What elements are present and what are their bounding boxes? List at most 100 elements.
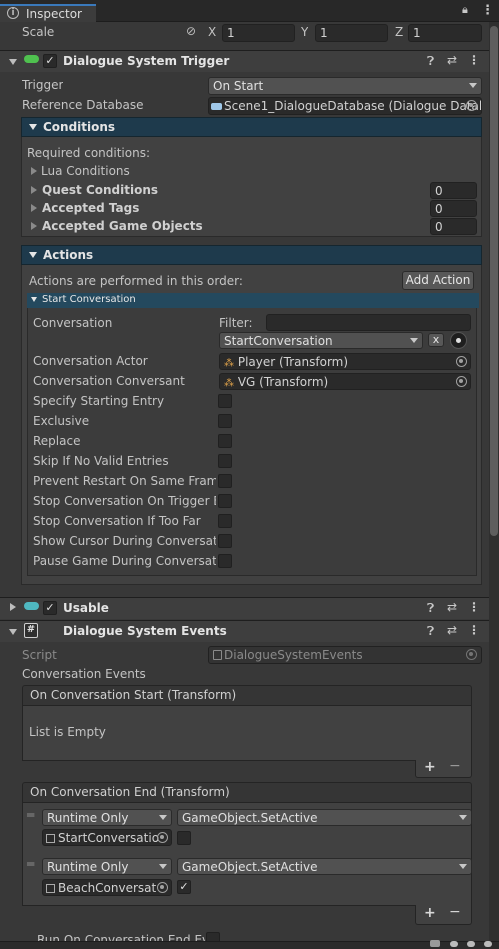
sliders-icon[interactable]: ⇄: [447, 600, 457, 614]
scale-x-field[interactable]: 1: [222, 24, 295, 42]
fold-arrow-icon[interactable]: [10, 603, 16, 611]
more-icon[interactable]: ⋮: [468, 623, 480, 637]
fold-arrow-icon[interactable]: [31, 222, 37, 230]
toggle-checkbox[interactable]: [218, 454, 232, 468]
more-icon[interactable]: ⋮: [468, 53, 480, 67]
record-icon[interactable]: [450, 332, 467, 349]
set-active-checkbox[interactable]: [177, 831, 191, 845]
link-icon[interactable]: ⊘: [186, 24, 196, 38]
transform-icon: ⁂: [224, 378, 234, 389]
toggle-label: Replace: [33, 434, 81, 448]
conditions-title: Conditions: [43, 120, 116, 134]
plus-icon[interactable]: +: [424, 759, 436, 775]
script-field: DialogueSystemEvents: [208, 646, 482, 664]
start-conversation-header[interactable]: Start Conversation: [27, 293, 479, 308]
component-enabled-icon: [24, 55, 39, 63]
plus-icon[interactable]: +: [424, 905, 436, 921]
scale-y-field[interactable]: 1: [315, 24, 388, 42]
transform-icon: ⁂: [224, 358, 234, 369]
trigger-value: On Start: [213, 79, 264, 93]
trigger-enabled-checkbox[interactable]: ✓: [43, 54, 57, 68]
required-conditions-label: Required conditions:: [27, 146, 150, 160]
minus-icon[interactable]: −: [449, 904, 461, 920]
list-empty-text: List is Empty: [29, 725, 106, 739]
scale-z-field[interactable]: 1: [408, 24, 482, 42]
target-object-field[interactable]: BeachConversat: [42, 879, 172, 896]
fold-arrow-icon[interactable]: [9, 59, 17, 65]
circle-select-icon[interactable]: [456, 356, 467, 367]
toggle-checkbox[interactable]: [218, 534, 232, 548]
tab-inspector[interactable]: i Inspector: [0, 4, 96, 22]
actor-field[interactable]: ⁂ Player (Transform): [219, 353, 471, 370]
chevron-down-icon: [410, 338, 418, 343]
on-end-title: On Conversation End (Transform): [30, 785, 230, 799]
status-icon: [467, 941, 475, 947]
accepted-tags-label[interactable]: Accepted Tags: [42, 201, 139, 215]
conversant-field[interactable]: ⁂ VG (Transform): [219, 373, 471, 390]
fold-arrow-icon: [31, 297, 37, 302]
toggle-checkbox[interactable]: [218, 414, 232, 428]
conditions-header[interactable]: Conditions: [21, 117, 482, 137]
toggle-checkbox[interactable]: [218, 434, 232, 448]
fold-arrow-icon[interactable]: [31, 204, 37, 212]
conversation-value: StartConversation: [224, 334, 333, 348]
chevron-down-icon: [459, 864, 467, 869]
toggle-checkbox[interactable]: [218, 554, 232, 568]
toggle-checkbox[interactable]: [218, 474, 232, 488]
add-action-button[interactable]: Add Action: [402, 271, 474, 290]
help-icon[interactable]: ❓︎: [427, 54, 434, 69]
actions-order-text: Actions are performed in this order:: [29, 274, 243, 288]
info-icon: i: [7, 7, 19, 19]
circle-select-icon[interactable]: [157, 832, 168, 843]
fold-arrow-icon[interactable]: [31, 167, 37, 175]
clear-conversation-button[interactable]: x: [428, 333, 444, 347]
fold-arrow-icon[interactable]: [9, 629, 17, 635]
status-icon: [430, 940, 440, 947]
drag-handle-icon[interactable]: ═: [27, 857, 34, 871]
runtime-dropdown[interactable]: Runtime Only: [42, 858, 172, 875]
lock-icon[interactable]: 🔒︎: [462, 3, 468, 17]
accepted-tags-count[interactable]: 0: [430, 200, 477, 217]
circle-select-icon[interactable]: [157, 882, 168, 893]
refdb-field[interactable]: Scene1_DialogueDatabase (Dialogue Datal: [208, 97, 482, 115]
trigger-component-title: Dialogue System Trigger: [63, 54, 230, 68]
toggle-checkbox[interactable]: [218, 394, 232, 408]
actions-header[interactable]: Actions: [21, 245, 482, 265]
help-icon[interactable]: ❓︎: [427, 624, 434, 639]
menu-icon[interactable]: ⋮: [481, 3, 494, 18]
filter-input[interactable]: [266, 314, 471, 331]
quest-conditions-label[interactable]: Quest Conditions: [42, 183, 158, 197]
function-dropdown[interactable]: GameObject.SetActive: [177, 858, 472, 875]
chevron-down-icon: [469, 83, 477, 88]
lua-conditions-label[interactable]: Lua Conditions: [41, 164, 130, 178]
toggle-checkbox[interactable]: [218, 514, 232, 528]
sliders-icon[interactable]: ⇄: [447, 53, 457, 67]
conversant-value: VG (Transform): [237, 375, 329, 389]
function-dropdown[interactable]: GameObject.SetActive: [177, 809, 472, 826]
accepted-gameobjects-label[interactable]: Accepted Game Objects: [42, 219, 203, 233]
more-icon[interactable]: ⋮: [468, 600, 480, 614]
start-conversation-title: Start Conversation: [42, 294, 136, 305]
conversation-dropdown[interactable]: StartConversation: [219, 332, 423, 349]
trigger-dropdown[interactable]: On Start: [208, 77, 482, 95]
toggle-checkbox[interactable]: [218, 494, 232, 508]
chevron-down-icon: [459, 815, 467, 820]
help-icon[interactable]: ❓︎: [427, 601, 434, 616]
minus-icon[interactable]: −: [449, 758, 461, 774]
trigger-label: Trigger: [22, 78, 64, 92]
circle-select-icon[interactable]: [466, 100, 477, 111]
target-object-field[interactable]: StartConversatio: [42, 829, 172, 846]
quest-conditions-count[interactable]: 0: [430, 182, 477, 199]
runtime-dropdown[interactable]: Runtime Only: [42, 809, 172, 826]
scrollbar-thumb[interactable]: [490, 26, 498, 536]
accepted-gameobjects-count[interactable]: 0: [430, 218, 477, 235]
fold-arrow-icon[interactable]: [31, 186, 37, 194]
script-icon: #: [24, 623, 38, 638]
usable-component-title: Usable: [63, 601, 109, 615]
toggle-label: Show Cursor During Conversatio: [33, 534, 216, 548]
circle-select-icon[interactable]: [456, 376, 467, 387]
set-active-checkbox[interactable]: ✓: [177, 880, 191, 894]
sliders-icon[interactable]: ⇄: [447, 623, 457, 637]
usable-enabled-checkbox[interactable]: ✓: [43, 601, 57, 615]
drag-handle-icon[interactable]: ═: [27, 808, 34, 822]
